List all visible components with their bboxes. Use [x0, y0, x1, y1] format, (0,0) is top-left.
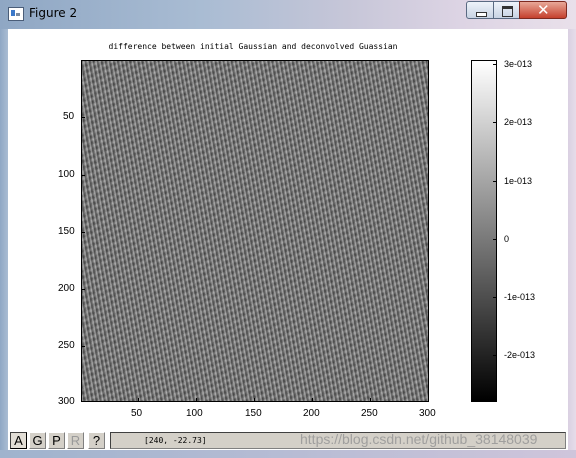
colorbar-tick-mark — [493, 64, 497, 65]
maximize-icon — [502, 6, 513, 17]
y-tick-label: 250 — [58, 340, 75, 351]
minimize-button[interactable] — [466, 1, 494, 19]
close-icon: ✕ — [537, 1, 550, 19]
colorbar-tick-label: -2e-013 — [504, 350, 536, 360]
y-tick-label: 150 — [58, 226, 75, 237]
colorbar-tick-label: -1e-013 — [504, 292, 536, 302]
window-titlebar[interactable]: Figure 2 ✕ — [0, 0, 576, 29]
window-border-left — [0, 29, 8, 458]
colorbar-tick-mark — [493, 239, 497, 240]
watermark-text: https://blog.csdn.net/github_38148039 — [300, 431, 538, 447]
colorbar-tick-mark — [493, 181, 497, 182]
x-tick-label: 150 — [245, 408, 262, 419]
x-tick-label: 250 — [361, 408, 378, 419]
y-tick-mark — [81, 346, 85, 347]
maximize-button[interactable] — [493, 1, 520, 19]
y-tick-mark — [81, 175, 85, 176]
colorbar-tick-label: 0 — [504, 234, 510, 244]
window-border-bottom — [0, 450, 576, 458]
y-tick-mark — [81, 117, 85, 118]
x-tick-label: 50 — [131, 408, 143, 419]
y-tick-label: 300 — [58, 396, 75, 407]
x-tick-mark — [196, 398, 197, 402]
colorbar-tick-label: 1e-013 — [504, 176, 533, 186]
heatmap-image[interactable] — [81, 60, 429, 402]
toolbar-button-g[interactable]: G — [29, 432, 46, 449]
coordinate-text: [240, -22.73] — [144, 436, 207, 445]
y-tick-mark — [81, 232, 85, 233]
x-tick-label: 200 — [303, 408, 320, 419]
x-tick-label: 300 — [419, 408, 436, 419]
colorbar — [471, 60, 497, 402]
colorbar-tick-label: 2e-013 — [504, 117, 533, 127]
colorbar-tick-mark — [493, 122, 497, 123]
app-window-icon — [8, 7, 24, 21]
x-tick-mark — [312, 398, 313, 402]
y-tick-label: 200 — [58, 283, 75, 294]
colorbar-tick-mark — [493, 355, 497, 356]
plot-title: difference between initial Gaussian and … — [108, 42, 398, 51]
x-tick-mark — [254, 398, 255, 402]
toolbar-button-a[interactable]: A — [10, 432, 27, 449]
window-border-right — [568, 29, 576, 458]
window-title: Figure 2 — [29, 6, 78, 20]
y-tick-label: 100 — [58, 169, 75, 180]
x-tick-label: 100 — [186, 408, 203, 419]
toolbar-button-help[interactable]: ? — [88, 432, 105, 449]
toolbar-button-r[interactable]: R — [67, 432, 84, 449]
colorbar-tick-mark — [493, 297, 497, 298]
close-button[interactable]: ✕ — [519, 1, 567, 19]
x-tick-mark — [138, 398, 139, 402]
x-tick-mark — [370, 398, 371, 402]
toolbar-button-p[interactable]: P — [48, 432, 65, 449]
y-tick-label: 50 — [63, 111, 75, 122]
figure-canvas[interactable]: difference between initial Gaussian and … — [8, 29, 568, 430]
minimize-icon — [476, 12, 487, 17]
y-tick-mark — [81, 289, 85, 290]
colorbar-tick-label: 3e-013 — [504, 59, 533, 69]
